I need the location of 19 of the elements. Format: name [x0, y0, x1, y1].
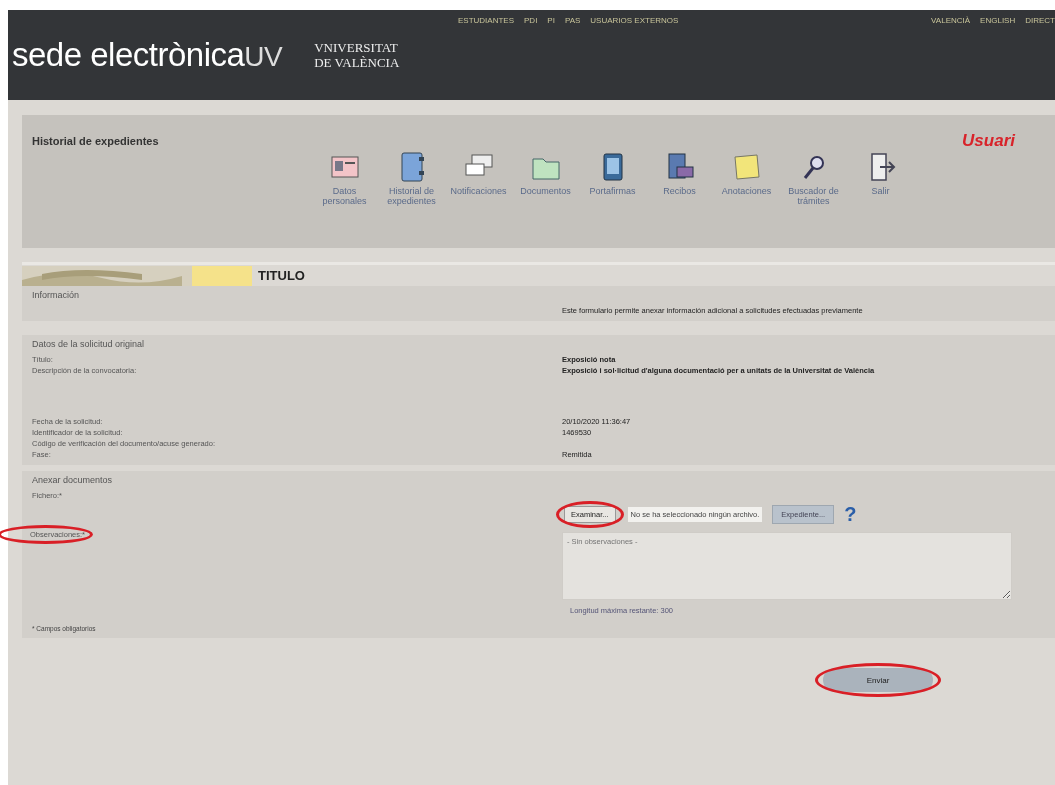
university-logo[interactable]: VNIVERSITAT DE VALÈNCIA — [314, 40, 400, 70]
top-link[interactable]: PDI — [524, 15, 538, 25]
page-title: Historial de expedientes — [32, 135, 160, 149]
help-icon[interactable]: ? — [844, 503, 857, 526]
top-link[interactable]: ESTUDIANTES — [458, 15, 514, 25]
top-link[interactable]: PAS — [564, 15, 581, 25]
language-link[interactable]: DIRECT — [1025, 15, 1055, 25]
section-heading: Datos de la solicitud original — [32, 339, 146, 349]
top-link[interactable]: PI — [547, 15, 555, 25]
section-heading: Anexar documentos — [32, 475, 114, 485]
language-link[interactable]: VALENCIÀ — [931, 15, 971, 25]
site-logo[interactable]: sede electrònicaUV — [12, 36, 283, 74]
note-icon — [731, 151, 762, 183]
submit-button[interactable]: Enviar — [823, 668, 933, 692]
user-name: Usuari — [962, 131, 1015, 151]
form-title: TITULO — [258, 268, 305, 283]
section-heading: Información — [32, 290, 81, 300]
language-link[interactable]: ENGLISH — [980, 15, 1016, 25]
top-link[interactable]: USUARIOS EXTERNOS — [590, 15, 679, 25]
